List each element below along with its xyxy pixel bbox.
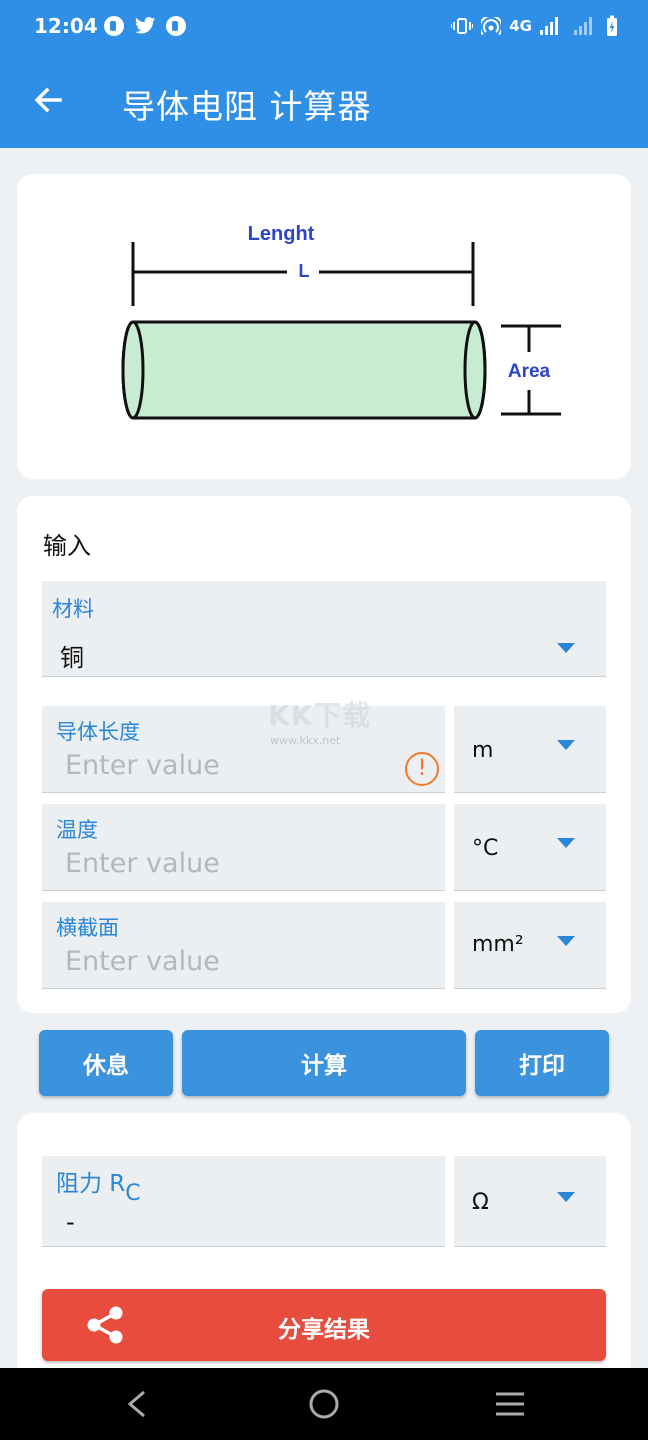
temperature-label: 温度 (56, 818, 98, 842)
exclamation-circle-icon: ! (405, 752, 439, 786)
resistance-label-subscript: C (125, 1181, 141, 1206)
notification-icon (166, 16, 186, 36)
cross-section-unit-select[interactable]: mm² (454, 902, 606, 989)
length-label: Lenght (248, 223, 315, 245)
home-circle-icon[interactable] (304, 1384, 344, 1424)
hotspot-icon (481, 17, 502, 35)
status-bar: 12:04 4G (0, 0, 648, 54)
input-card: 输入 材料 铜 导体长度 Enter value ! m 温度 Enter va… (17, 496, 631, 1013)
back-arrow-icon[interactable] (28, 80, 68, 120)
temperature-unit-value: °C (472, 836, 499, 861)
page-title: 导体电阻 计算器 (122, 87, 372, 126)
network-type: 4G (509, 17, 532, 35)
system-nav-bar (0, 1368, 648, 1440)
reset-button[interactable]: 休息 (39, 1030, 173, 1096)
material-value: 铜 (60, 644, 84, 672)
chevron-down-icon (557, 740, 575, 750)
result-card: 阻力 RC - Ω 分享结果 (17, 1113, 631, 1383)
resistance-label: 阻力 RC (56, 1164, 141, 1206)
watermark-url: www.kkx.net (270, 734, 341, 747)
length-placeholder: Enter value (65, 750, 220, 781)
length-unit-select[interactable]: m (454, 706, 606, 793)
area-label: Area (508, 361, 551, 382)
temperature-unit-select[interactable]: °C (454, 804, 606, 891)
chevron-down-icon (557, 1192, 575, 1202)
calculate-button[interactable]: 计算 (182, 1030, 466, 1096)
chevron-down-icon (557, 936, 575, 946)
cross-section-unit-value: mm² (472, 932, 524, 957)
menu-icon[interactable] (490, 1384, 530, 1424)
status-time: 12:04 (34, 14, 98, 38)
vibrate-icon (451, 18, 474, 34)
status-notification-icons (104, 16, 186, 36)
twitter-icon (134, 17, 156, 34)
cross-section-placeholder: Enter value (65, 946, 220, 977)
battery-charging-icon (607, 15, 617, 36)
print-button[interactable]: 打印 (475, 1030, 609, 1096)
material-select[interactable]: 材料 铜 (42, 581, 606, 677)
resistance-label-text: 阻力 R (56, 1171, 126, 1197)
length-unit-value: m (472, 738, 494, 763)
diagram-card: Lenght L Area (17, 174, 631, 479)
resistance-value: - (66, 1208, 75, 1236)
back-triangle-icon[interactable] (118, 1384, 158, 1424)
watermark: KK下载 www.kkx.net (268, 694, 388, 754)
app-bar: 导体电阻 计算器 (0, 54, 648, 148)
share-result-button[interactable]: 分享结果 (42, 1289, 606, 1361)
length-symbol: L (299, 261, 310, 281)
conductor-diagram: Lenght L Area (121, 223, 561, 420)
watermark-text: KK下载 (268, 699, 372, 732)
resistance-unit-value: Ω (472, 1190, 489, 1215)
resistance-unit-select[interactable]: Ω (454, 1156, 606, 1247)
temperature-field[interactable]: 温度 Enter value (42, 804, 445, 891)
length-label: 导体长度 (56, 720, 140, 744)
chevron-down-icon (557, 643, 575, 653)
notification-icon (104, 16, 124, 36)
status-system-icons: 4G (451, 15, 618, 37)
signal-icon (540, 17, 558, 35)
share-result-label: 分享结果 (278, 1317, 370, 1343)
temperature-placeholder: Enter value (65, 848, 220, 879)
signal-icon (574, 17, 592, 35)
chevron-down-icon (557, 838, 575, 848)
cross-section-label: 横截面 (56, 916, 119, 940)
material-label: 材料 (52, 597, 94, 621)
cross-section-field[interactable]: 横截面 Enter value (42, 902, 445, 989)
input-section-title: 输入 (43, 532, 91, 560)
resistance-result-field: 阻力 RC - (42, 1156, 445, 1247)
